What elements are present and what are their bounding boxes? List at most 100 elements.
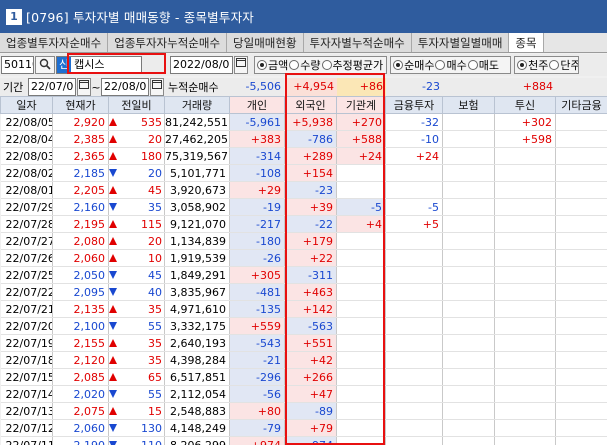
table-row[interactable]: 22/07/18 2,120 35 4,398,284 -21 +42: [0, 351, 607, 369]
period-start-input[interactable]: 22/07/0: [28, 78, 76, 96]
tab-stock-investor[interactable]: 종목: [509, 33, 544, 52]
table-row[interactable]: 22/08/05 2,920 535 81,242,551 -5,961 +5,938 +2…: [0, 113, 607, 131]
table-row[interactable]: 22/07/27 2,080 20 1,134,839 -180 +179: [0, 232, 607, 250]
up-arrow-icon: [109, 186, 117, 194]
col-price[interactable]: 현재가: [52, 96, 109, 114]
table-row[interactable]: 22/07/15 2,085 65 6,517,851 -296 +266: [0, 368, 607, 386]
radio-thousand-shares[interactable]: 천주: [517, 57, 548, 73]
stock-search-button[interactable]: [35, 56, 55, 74]
stock-name: 캡시스: [74, 58, 105, 71]
cell-individual: -180: [229, 232, 285, 250]
col-insurance[interactable]: 보험: [442, 96, 495, 114]
period-end-calendar-button[interactable]: [150, 78, 164, 96]
table-row[interactable]: 22/07/28 2,195 115 9,121,070 -217 -22 +4 +5: [0, 215, 607, 233]
cell-foreign: +266: [284, 368, 337, 386]
cell-trust: [494, 385, 556, 403]
col-financial[interactable]: 금융투자: [385, 96, 443, 114]
cell-price: 2,185: [52, 164, 109, 182]
cell-insurance: [442, 181, 495, 199]
period-start-calendar-button[interactable]: [77, 78, 91, 96]
window-titlebar: 1 [0796] 투자자별 매매동향 - 종목별투자자: [0, 0, 607, 33]
cell-price: 2,120: [52, 351, 109, 369]
table-row[interactable]: 22/07/19 2,155 35 2,640,193 -543 +551: [0, 334, 607, 352]
cell-date: 22/07/29: [0, 198, 53, 216]
cell-institution: +4: [336, 215, 386, 233]
calendar-button[interactable]: [234, 56, 248, 74]
period-end-input[interactable]: 22/08/0: [101, 78, 149, 96]
up-arrow-icon: [109, 152, 117, 160]
table-row[interactable]: 22/07/13 2,075 15 2,548,883 +80 -89: [0, 402, 607, 420]
col-individual[interactable]: 개인: [229, 96, 285, 114]
table-row[interactable]: 22/07/29 2,160 35 3,058,902 -19 +39 -5 -5: [0, 198, 607, 216]
cell-financial: [385, 266, 443, 284]
cell-financial: -10: [385, 130, 443, 148]
stock-code-input[interactable]: 50110: [1, 56, 34, 74]
cell-date: 22/07/19: [0, 334, 53, 352]
tab-investor-daily-trading[interactable]: 투자자별일별매매: [411, 33, 510, 52]
radio-net-buy[interactable]: 순매수: [393, 57, 434, 73]
table-row[interactable]: 22/07/12 2,060 130 4,148,249 -79 +79: [0, 419, 607, 437]
radio-buy[interactable]: 매수: [435, 57, 467, 73]
col-date[interactable]: 일자: [0, 96, 53, 114]
tab-daily-trading-status[interactable]: 당일매매현황: [227, 33, 304, 52]
up-arrow-icon: [109, 305, 117, 313]
cell-other: [555, 181, 607, 199]
cell-price: 2,020: [52, 385, 109, 403]
table-row[interactable]: 22/07/14 2,020 55 2,112,054 -56 +47: [0, 385, 607, 403]
radio-single-shares[interactable]: 단주: [549, 57, 578, 73]
cell-financial: [385, 351, 443, 369]
radio-sell[interactable]: 매도: [467, 57, 499, 73]
tab-sector-investor-net-buy[interactable]: 업종별투자자순매수: [0, 33, 109, 52]
radio-amount[interactable]: 금액: [257, 57, 288, 73]
col-trust[interactable]: 투신: [494, 96, 556, 114]
cell-change: 20: [108, 130, 165, 148]
radio-quantity[interactable]: 수량: [289, 57, 321, 73]
cell-foreign: +289: [284, 147, 337, 165]
cell-volume: 2,548,883: [164, 402, 230, 420]
trade-type-radio-group: 순매수 매수 매도: [390, 56, 512, 74]
col-volume[interactable]: 거래량: [164, 96, 230, 114]
cell-price: 2,060: [52, 419, 109, 437]
table-row[interactable]: 22/07/22 2,095 40 3,835,967 -481 +463: [0, 283, 607, 301]
tab-sector-investor-cumulative[interactable]: 업종투자자누적순매수: [108, 33, 228, 52]
cell-foreign: -22: [284, 215, 337, 233]
table-row[interactable]: 22/07/25 2,050 45 1,849,291 +305 -311: [0, 266, 607, 284]
table-row[interactable]: 22/08/04 2,385 20 27,462,205 +383 -786 +588 -10…: [0, 130, 607, 148]
cell-price: 2,060: [52, 249, 109, 267]
table-row[interactable]: 22/08/03 2,365 180 75,319,567 -314 +289 +24 +24: [0, 147, 607, 165]
tab-investor-cumulative-net-buy[interactable]: 투자자별누적순매수: [303, 33, 412, 52]
change-value: 180: [141, 149, 162, 163]
date-input[interactable]: 2022/08/0: [170, 56, 233, 74]
cell-insurance: [442, 164, 495, 182]
cell-institution: [336, 317, 386, 335]
table-row[interactable]: 22/08/01 2,205 45 3,920,673 +29 -23: [0, 181, 607, 199]
calendar-icon: [236, 58, 246, 67]
radio-dot-icon: [321, 60, 332, 70]
cell-trust: +598: [494, 130, 556, 148]
col-foreign[interactable]: 외국인: [284, 96, 337, 114]
col-institution[interactable]: 기관계: [336, 96, 386, 114]
cell-date: 22/07/27: [0, 232, 53, 250]
table-row[interactable]: 22/08/02 2,185 20 5,101,771 -108 +154: [0, 164, 607, 182]
cell-price: 2,095: [52, 283, 109, 301]
stock-name-field[interactable]: 신 캡시스: [56, 56, 142, 74]
radio-estimated-avg[interactable]: 추정평균가: [321, 57, 383, 73]
cell-volume: 2,640,193: [164, 334, 230, 352]
down-arrow-icon: [109, 288, 117, 296]
col-change[interactable]: 전일비: [108, 96, 165, 114]
change-value: 45: [148, 268, 162, 282]
change-value: 15: [148, 404, 162, 418]
table-row[interactable]: 22/07/21 2,135 35 4,971,610 -135 +142: [0, 300, 607, 318]
cell-foreign: -563: [284, 317, 337, 335]
table-row[interactable]: 22/07/26 2,060 10 1,919,539 -26 +22: [0, 249, 607, 267]
cell-price: 2,155: [52, 334, 109, 352]
table-row[interactable]: 22/07/11 2,190 110 8,206,299 +974 -974: [0, 436, 607, 445]
change-value: 20: [148, 234, 162, 248]
col-other-finance[interactable]: 기타금융: [555, 96, 607, 114]
table-row[interactable]: 22/07/20 2,100 55 3,332,175 +559 -563: [0, 317, 607, 335]
cell-date: 22/07/13: [0, 402, 53, 420]
cell-price: 2,205: [52, 181, 109, 199]
cell-change: 130: [108, 419, 165, 437]
cell-insurance: [442, 147, 495, 165]
cell-trust: [494, 249, 556, 267]
